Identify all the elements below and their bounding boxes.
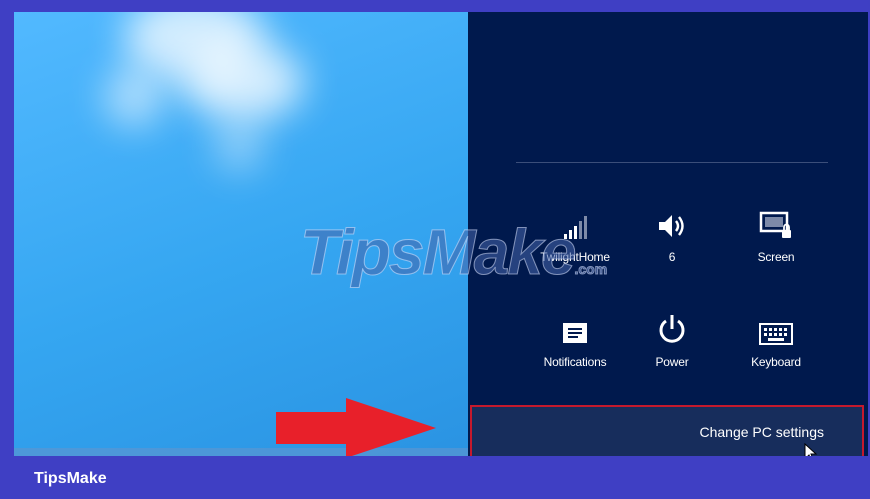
settings-charm-panel: TwilightHome 6 Screen Notifications Powe… [468, 12, 868, 456]
tile-power[interactable]: Power [617, 305, 727, 369]
tile-screen-label: Screen [757, 250, 795, 264]
wifi-signal-icon [520, 200, 630, 240]
tile-notifications[interactable]: Notifications [520, 305, 630, 369]
tile-volume[interactable]: 6 [617, 200, 727, 264]
tile-network[interactable]: TwilightHome [520, 200, 630, 264]
power-icon [617, 305, 727, 345]
tile-notifications-label: Notifications [543, 355, 607, 369]
notifications-icon [520, 305, 630, 345]
divider [516, 162, 828, 163]
screenshot-frame: TwilightHome 6 Screen Notifications Powe… [14, 12, 868, 456]
footer-brand: TipsMake [34, 470, 107, 487]
tile-keyboard[interactable]: Keyboard [721, 305, 831, 369]
screen-brightness-icon [721, 200, 831, 240]
volume-icon [617, 200, 727, 240]
desktop-background [14, 12, 468, 456]
change-pc-settings-button[interactable]: Change PC settings [470, 405, 864, 456]
tile-volume-label: 6 [668, 250, 676, 264]
tile-network-label: TwilightHome [540, 250, 610, 264]
red-arrow-icon [276, 398, 436, 456]
mouse-cursor-icon [804, 443, 818, 456]
keyboard-icon [721, 305, 831, 345]
tile-screen[interactable]: Screen [721, 200, 831, 264]
change-pc-settings-label: Change PC settings [699, 424, 824, 440]
tile-power-label: Power [655, 355, 689, 369]
tile-keyboard-label: Keyboard [751, 355, 801, 369]
